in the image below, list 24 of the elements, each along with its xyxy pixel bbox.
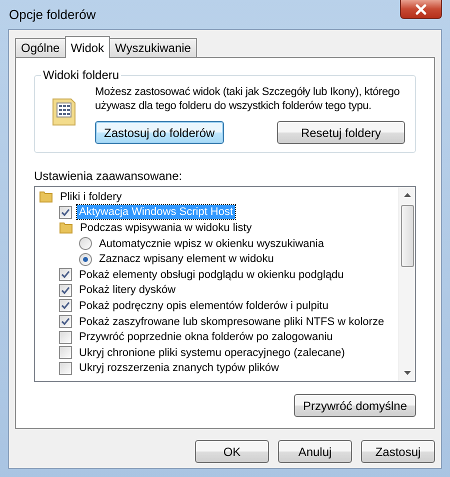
group-title: Widoki folderu: [41, 68, 122, 82]
folder-button[interactable]: Zastosuj do folderów: [95, 121, 224, 144]
window-title: Opcje folderów: [8, 7, 96, 22]
dialog-button[interactable]: Anuluj: [278, 440, 352, 463]
dialog-button[interactable]: Zastosuj: [361, 440, 435, 463]
tab[interactable]: Ogólne: [15, 38, 66, 57]
setting-label[interactable]: Przywróć poprzednie okna folderów po zalogowaniu: [77, 330, 335, 344]
restore-defaults-button[interactable]: Przywróć domyślne: [294, 394, 416, 417]
description-text: Możesz zastosować widok (taki jak Szczegóły lub Ikony), którego używasz dla tego folderu do wszystkich folderów tego typu.: [95, 85, 401, 113]
setting-label[interactable]: Ukryj chronione pliki systemu operacyjnego (zalecane): [77, 346, 347, 360]
setting-label[interactable]: Pokaż elementy obsługi podglądu w okienku podglądu: [77, 268, 346, 282]
advanced-settings-label: Ustawienia zaawansowane:: [34, 169, 184, 183]
setting-label[interactable]: Ukryj rozszerzenia znanych typów plików: [77, 361, 281, 376]
folder-button[interactable]: Resetuj foldery: [277, 121, 405, 144]
setting-label[interactable]: Pokaż litery dysków: [77, 283, 178, 298]
setting-label[interactable]: Pokaż podręczny opis elementów folderów i pulpitu: [77, 298, 330, 313]
setting-label[interactable]: Podczas wpisywania w widoku listy: [78, 220, 254, 235]
dialog-button[interactable]: OK: [195, 440, 269, 463]
setting-label[interactable]: Zaznacz wpisany element w widoku: [97, 252, 276, 266]
setting-label[interactable]: Pliki i foldery: [58, 190, 124, 204]
tab[interactable]: Widok: [64, 36, 110, 58]
setting-label[interactable]: Automatycznie wpisz w okienku wyszukiwania: [97, 236, 326, 251]
tab[interactable]: Wyszukiwanie: [109, 38, 197, 57]
setting-label[interactable]: Pokaż zaszyfrowane lub skompresowane pliki NTFS w kolorze: [77, 314, 386, 329]
